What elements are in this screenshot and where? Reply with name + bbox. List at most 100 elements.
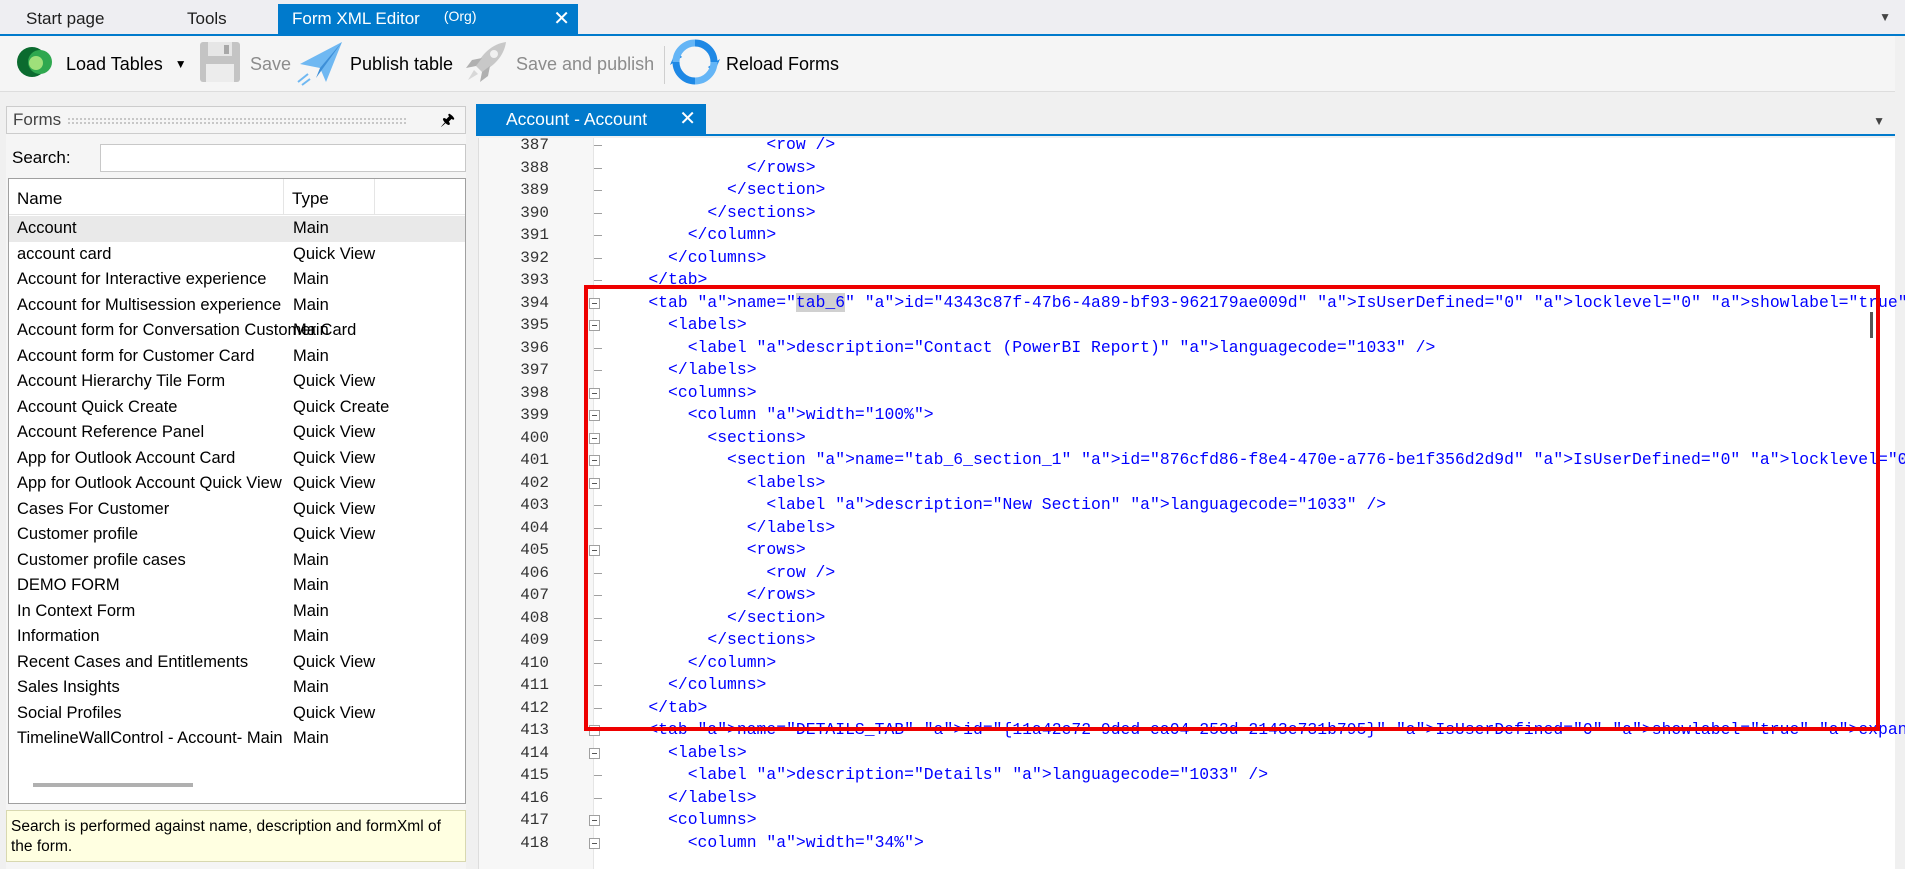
- code-line[interactable]: </tab>: [609, 269, 707, 292]
- horizontal-scrollbar[interactable]: [33, 783, 193, 787]
- code-line[interactable]: <tab "a">name="DETAILS_TAB" "a">id="{11a…: [609, 719, 1905, 742]
- pin-icon[interactable]: 🖈: [440, 109, 455, 136]
- tab-form-xml-editor[interactable]: Form XML Editor (Org) ✕: [278, 4, 578, 34]
- code-line[interactable]: </section>: [609, 607, 825, 630]
- code-line[interactable]: <labels>: [609, 314, 747, 337]
- code-line[interactable]: </columns>: [609, 247, 766, 270]
- tab-tools[interactable]: Tools: [173, 4, 241, 34]
- list-item[interactable]: Sales Insights Main: [9, 675, 465, 701]
- load-tables-button[interactable]: Load Tables ▼: [14, 36, 187, 92]
- code-line[interactable]: <label "a">description="Details" "a">lan…: [609, 764, 1268, 787]
- column-header-name[interactable]: Name: [17, 189, 62, 209]
- column-divider[interactable]: [283, 179, 284, 215]
- line-number: 395: [520, 316, 549, 334]
- code-line[interactable]: <row />: [609, 134, 835, 157]
- editor-tab-account[interactable]: Account - Account ✕: [476, 104, 706, 134]
- collapse-toggle[interactable]: [589, 320, 600, 331]
- toolbar-separator: [664, 46, 665, 84]
- xml-editor[interactable]: 387 <row /> 388 </rows> 389 </section> 390 …: [478, 135, 1905, 869]
- code-line[interactable]: </sections>: [609, 202, 815, 225]
- list-item[interactable]: Account for Interactive experience Main: [9, 267, 465, 293]
- list-item[interactable]: Customer profile cases Main: [9, 548, 465, 574]
- line-number: 414: [520, 743, 549, 762]
- list-item[interactable]: Information Main: [9, 624, 465, 650]
- list-item[interactable]: Cases For Customer Quick View: [9, 497, 465, 523]
- collapse-toggle[interactable]: [589, 432, 600, 444]
- collapse-toggle[interactable]: [589, 747, 600, 759]
- list-item[interactable]: Account form for Conversation Customer C…: [9, 318, 465, 344]
- tab-start-page[interactable]: Start page: [12, 4, 118, 34]
- collapse-toggle[interactable]: [589, 815, 600, 826]
- list-item[interactable]: App for Outlook Account Card Quick View: [9, 446, 465, 472]
- list-item[interactable]: Recent Cases and Entitlements Quick View: [9, 650, 465, 676]
- list-item[interactable]: Account Reference Panel Quick View: [9, 420, 465, 446]
- search-input[interactable]: [100, 144, 466, 172]
- collapse-toggle[interactable]: [589, 725, 600, 736]
- code-line[interactable]: <label "a">description="Contact (PowerBI…: [609, 337, 1436, 360]
- column-divider[interactable]: [374, 179, 375, 215]
- form-name: Customer profile cases: [17, 550, 186, 569]
- close-icon[interactable]: ✕: [679, 104, 696, 134]
- code-line[interactable]: </labels>: [609, 359, 757, 382]
- collapse-toggle[interactable]: [589, 297, 600, 309]
- list-item[interactable]: App for Outlook Account Quick View Quick …: [9, 471, 465, 497]
- list-item[interactable]: Account Hierarchy Tile Form Quick View: [9, 369, 465, 395]
- code-line[interactable]: <tab "a">name="tab_6" "a">id="4343c87f-4…: [609, 292, 1905, 315]
- code-line[interactable]: <label "a">description="New Section" "a"…: [609, 494, 1386, 517]
- vertical-scrollbar-thumb[interactable]: [1870, 312, 1873, 338]
- chevron-down-icon[interactable]: ▼: [175, 57, 187, 71]
- collapse-toggle[interactable]: [589, 455, 600, 466]
- list-item[interactable]: DEMO FORM Main: [9, 573, 465, 599]
- code-line[interactable]: <section "a">name="tab_6_section_1" "a">…: [609, 449, 1905, 472]
- code-line[interactable]: <column "a">width="100%">: [609, 404, 934, 427]
- line-number: 402: [520, 473, 549, 492]
- drag-grip[interactable]: [67, 117, 407, 125]
- code-line[interactable]: </columns>: [609, 674, 766, 697]
- collapse-toggle[interactable]: [589, 410, 600, 421]
- collapse-toggle[interactable]: [589, 477, 600, 489]
- collapse-toggle[interactable]: [589, 837, 600, 849]
- code-line[interactable]: <columns>: [609, 382, 757, 405]
- code-line[interactable]: </labels>: [609, 787, 757, 810]
- line-number: 389: [520, 181, 549, 199]
- code-line[interactable]: <columns>: [609, 809, 757, 832]
- code-line[interactable]: </section>: [609, 179, 825, 202]
- list-item[interactable]: Customer profile Quick View: [9, 522, 465, 548]
- tab-list-dropdown-icon[interactable]: ▼: [1879, 10, 1891, 24]
- form-type: Quick Create: [293, 397, 390, 416]
- code-line[interactable]: <labels>: [609, 742, 747, 765]
- list-item[interactable]: Account Quick Create Quick Create: [9, 395, 465, 421]
- forms-list: Name Type Account Main account card Quick V…: [8, 178, 466, 804]
- code-line[interactable]: <rows>: [609, 539, 806, 562]
- list-item[interactable]: In Context Form Main: [9, 599, 465, 625]
- editor-tabs-dropdown-icon[interactable]: ▼: [1873, 114, 1885, 128]
- code-line[interactable]: <column "a">width="34%">: [609, 832, 924, 855]
- collapse-toggle[interactable]: [589, 545, 600, 556]
- list-item[interactable]: Account Main: [9, 216, 465, 242]
- code-line[interactable]: <row />: [609, 562, 835, 585]
- code-line[interactable]: </rows>: [609, 584, 816, 607]
- save-button[interactable]: Save: [196, 36, 291, 92]
- code-line[interactable]: </rows>: [609, 157, 816, 180]
- reload-forms-button[interactable]: Reload Forms: [670, 36, 839, 92]
- list-item[interactable]: account card Quick View: [9, 242, 465, 268]
- form-type: Quick View: [293, 652, 376, 671]
- fold-guide: [594, 707, 602, 709]
- code-line[interactable]: <sections>: [609, 427, 805, 450]
- code-line[interactable]: </sections>: [609, 629, 815, 652]
- list-item[interactable]: TimelineWallControl - Account- Main Main: [9, 726, 465, 752]
- list-item[interactable]: Account form for Customer Card Main: [9, 344, 465, 370]
- save-and-publish-button[interactable]: Save and publish: [462, 36, 654, 92]
- code-line[interactable]: </column>: [609, 224, 777, 247]
- close-icon[interactable]: ✕: [553, 4, 570, 34]
- publish-table-button[interactable]: Publish table: [296, 36, 453, 92]
- list-item[interactable]: Social Profiles Quick View: [9, 701, 465, 727]
- column-header-type[interactable]: Type: [292, 189, 329, 209]
- list-item[interactable]: Account for Multisession experience Main: [9, 293, 465, 319]
- collapse-toggle[interactable]: [589, 387, 600, 399]
- line-number: 396: [520, 338, 549, 357]
- code-line[interactable]: </tab>: [609, 697, 707, 720]
- code-line[interactable]: <labels>: [609, 472, 826, 495]
- code-line[interactable]: </column>: [609, 652, 777, 675]
- code-line[interactable]: </labels>: [609, 517, 836, 540]
